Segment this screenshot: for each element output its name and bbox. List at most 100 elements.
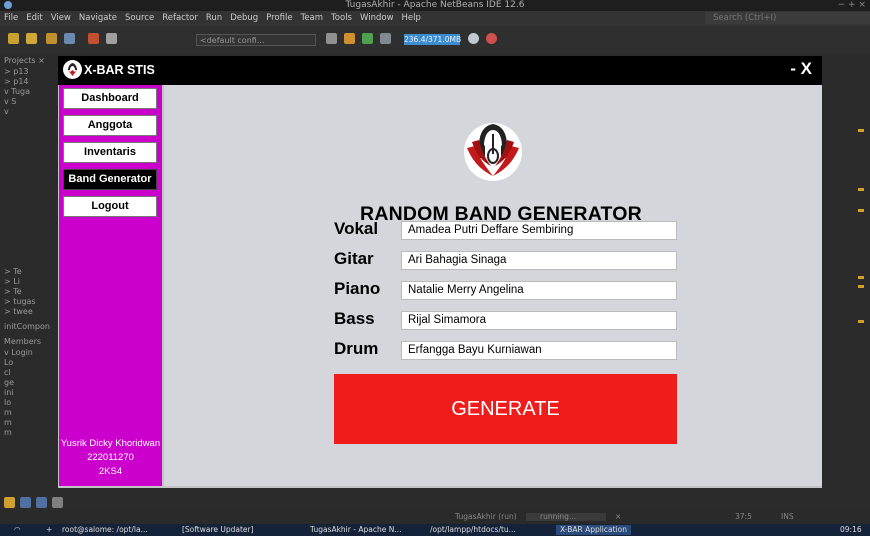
tree-item[interactable]: > p13 — [4, 67, 29, 77]
members-label: Members — [4, 337, 42, 346]
ide-window-controls[interactable]: − + × — [838, 0, 866, 11]
ide-title-bar: TugasAkhir - Apache NetBeans IDE 12.6 − … — [0, 0, 870, 11]
stis-band-logo — [463, 118, 523, 182]
menu-debug[interactable]: Debug — [230, 13, 258, 23]
tree-item[interactable]: > tugas — [4, 297, 36, 307]
ide-status-bar: TugasAkhir (run) running... × 37:5 INS — [0, 510, 870, 524]
menu-profile[interactable]: Profile — [266, 13, 292, 23]
menu-tools[interactable]: Tools — [331, 13, 352, 23]
clean-build-icon[interactable] — [344, 33, 355, 44]
menu-file[interactable]: File — [4, 13, 18, 23]
start-menu-icon[interactable]: ◠ — [14, 525, 21, 535]
run-icon[interactable] — [362, 33, 373, 44]
tree-item[interactable]: > twee — [4, 307, 33, 317]
nav-band-generator-button[interactable]: Band Generator — [63, 169, 157, 190]
open-project-icon[interactable] — [46, 33, 57, 44]
nav-inventaris-button[interactable]: Inventaris — [63, 142, 157, 163]
member-item[interactable]: m — [4, 408, 12, 418]
gitar-label: Gitar — [334, 249, 374, 268]
run-status: TugasAkhir (run) — [455, 512, 517, 521]
gc-icon[interactable] — [486, 33, 497, 44]
bottom-tool-icon[interactable] — [36, 497, 47, 508]
bass-label: Bass — [334, 309, 375, 328]
gitar-field[interactable]: Ari Bahagia Sinaga — [401, 251, 677, 270]
taskbar-item[interactable]: TugasAkhir - Apache N... — [310, 525, 401, 535]
tree-item[interactable]: v Tuga — [4, 87, 30, 97]
tree-item[interactable]: v S — [4, 97, 16, 107]
undo-icon[interactable] — [88, 33, 99, 44]
generate-button[interactable]: GENERATE — [334, 374, 677, 444]
config-select[interactable]: <default confi... — [196, 34, 316, 46]
memory-meter[interactable]: 236.4/371.0MB — [404, 34, 461, 45]
tree-item[interactable]: v — [4, 107, 9, 117]
menu-help[interactable]: Help — [402, 13, 421, 23]
user-nim: 222011270 — [87, 452, 134, 463]
redo-icon[interactable] — [106, 33, 117, 44]
tree-item[interactable]: > Te — [4, 267, 22, 277]
ide-search-input[interactable]: Search (Ctrl+I) — [705, 12, 870, 24]
nav-anggota-button[interactable]: Anggota — [63, 115, 157, 136]
stripe-mark[interactable] — [858, 209, 864, 212]
member-item[interactable]: lo — [4, 398, 11, 408]
new-project-icon[interactable] — [26, 33, 37, 44]
menu-window[interactable]: Window — [360, 13, 394, 23]
menu-team[interactable]: Team — [301, 13, 323, 23]
taskbar-item[interactable]: [Software Updater] — [182, 525, 254, 535]
ide-project-panel: Projects × > p13 > p14 v Tuga v S v > Te… — [0, 54, 62, 494]
app-title: X-BAR STIS — [84, 63, 155, 77]
navigator-label: initCompon — [4, 322, 50, 331]
menu-navigate[interactable]: Navigate — [79, 13, 117, 23]
app-close-button[interactable]: - X — [790, 59, 812, 79]
vokal-field[interactable]: Amadea Putri Deffare Sembiring — [401, 221, 677, 240]
menu-source[interactable]: Source — [125, 13, 154, 23]
piano-field[interactable]: Natalie Merry Angelina — [401, 281, 677, 300]
member-item[interactable]: ini — [4, 388, 14, 398]
stripe-mark[interactable] — [858, 188, 864, 191]
cancel-run-icon[interactable]: × — [615, 510, 621, 524]
nav-logout-button[interactable]: Logout — [63, 196, 157, 217]
tree-item[interactable]: > Te — [4, 287, 22, 297]
member-item[interactable]: ge — [4, 378, 14, 388]
app-sidebar: Dashboard Anggota Inventaris Band Genera… — [59, 85, 162, 486]
member-item[interactable]: Lo — [4, 358, 13, 368]
build-icon[interactable] — [326, 33, 337, 44]
menu-refactor[interactable]: Refactor — [162, 13, 198, 23]
ide-title: TugasAkhir - Apache NetBeans IDE 12.6 — [345, 0, 525, 10]
drum-field[interactable]: Erfangga Bayu Kurniawan — [401, 341, 677, 360]
bass-field[interactable]: Rijal Simamora — [401, 311, 677, 330]
menu-view[interactable]: View — [51, 13, 71, 23]
vokal-label: Vokal — [334, 219, 379, 238]
bottom-tool-icon[interactable] — [52, 497, 63, 508]
piano-label: Piano — [334, 279, 381, 298]
add-panel-icon[interactable]: + — [46, 525, 52, 535]
nav-dashboard-button[interactable]: Dashboard — [63, 88, 157, 109]
bottom-tool-icon[interactable] — [20, 497, 31, 508]
band-generator-panel: RANDOM BAND GENERATOR Vokal Amadea Putri… — [164, 85, 822, 486]
member-item[interactable]: v Login — [4, 348, 33, 358]
clock: 09:16 — [840, 525, 862, 534]
taskbar-item-active[interactable]: X-BAR Application — [556, 525, 631, 535]
os-taskbar: ◠ + root@salome: /opt/la... [Software Up… — [0, 524, 870, 536]
new-file-icon[interactable] — [8, 33, 19, 44]
tree-item[interactable]: > Li — [4, 277, 20, 287]
member-item[interactable]: cl — [4, 368, 11, 378]
projects-tab[interactable]: Projects × — [4, 56, 45, 66]
editor-error-stripe — [822, 54, 870, 494]
member-item[interactable]: m — [4, 418, 12, 428]
stripe-mark[interactable] — [858, 320, 864, 323]
taskbar-item[interactable]: root@salome: /opt/la... — [62, 525, 148, 535]
taskbar-item[interactable]: /opt/lampp/htdocs/tu... — [430, 525, 516, 535]
profile-icon[interactable] — [468, 33, 479, 44]
stripe-mark[interactable] — [858, 276, 864, 279]
menu-run[interactable]: Run — [206, 13, 222, 23]
member-item[interactable]: m — [4, 428, 12, 438]
tree-item[interactable]: > p14 — [4, 77, 29, 87]
user-class: 2KS4 — [98, 466, 123, 477]
ide-toolbar: <default confi... 236.4/371.0MB — [0, 26, 870, 54]
stripe-mark[interactable] — [858, 285, 864, 288]
save-all-icon[interactable] — [64, 33, 75, 44]
menu-edit[interactable]: Edit — [26, 13, 42, 23]
debug-icon[interactable] — [380, 33, 391, 44]
stripe-mark[interactable] — [858, 129, 864, 132]
bottom-tool-icon[interactable] — [4, 497, 15, 508]
